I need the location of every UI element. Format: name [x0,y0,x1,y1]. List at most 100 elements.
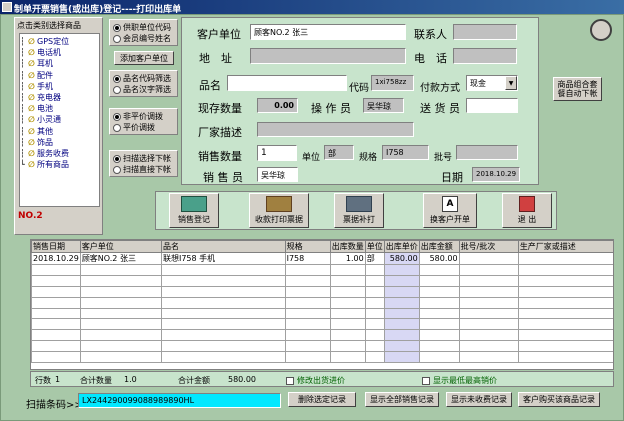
filter-mode-group: 品名代码筛选 品名汉字筛选 [109,70,178,97]
lookup-mode-group: 供职单位代码 会员编号姓名 [109,19,178,46]
records-grid[interactable]: 销售日期 客户单位 品名 规格 出库数量 单位 出库单价 出库金额 批号/批次 … [30,239,614,370]
stock-value: 0.00 [257,98,298,113]
radio-unit-code[interactable]: 供职单位代码 [113,22,174,33]
radio-scan-select[interactable]: 扫描选择下帐 [113,153,174,164]
contact-label: 联系人 [414,28,447,41]
delete-record-button[interactable]: 删除选定记录 [288,392,356,407]
grid-header: 销售日期 客户单位 品名 规格 出库数量 单位 出库单价 出库金额 批号/批次 … [31,240,613,253]
col-header[interactable]: 出库金额 [418,240,460,253]
barcode-input[interactable]: LX244290099088989890HL [78,393,281,408]
tree-item[interactable]: ┆ ∅ 手机 [20,81,99,92]
seller-input[interactable]: 吴华琼 [257,167,298,182]
qty-input[interactable]: 1 [257,145,297,161]
batch-input[interactable] [456,145,518,160]
customer-purchase-history-button[interactable]: 客户购买该商品记录 [518,392,600,407]
cell-unit: 部 [364,252,385,265]
print-receipt-button[interactable]: 收款打印票据 [249,193,309,228]
col-header[interactable]: 出库数量 [329,240,366,253]
customer-input[interactable]: 顾客NO.2 张三 [250,24,406,40]
radio-code-filter[interactable]: 品名代码筛选 [113,73,174,84]
leaf-icon: ∅ [28,93,35,103]
edit-cost-checkbox[interactable]: 修改出货进价 [286,375,345,386]
radio-icon [113,123,121,132]
leaf-icon: ∅ [28,137,35,147]
show-price-range-checkbox[interactable]: 显示最低最高销价 [422,375,497,386]
reprint-button[interactable]: 票据补打 [334,193,384,228]
col-header[interactable]: 出库单价 [383,240,420,253]
vendor-input[interactable] [257,122,414,137]
payment-select[interactable]: 现金 ▼ [466,75,518,91]
tree-item[interactable]: ┆ ∅ GPS定位 [20,36,99,47]
tree-item[interactable]: ┆ ∅ 耳机 [20,58,99,69]
spec-label: 规格 [359,153,378,163]
col-header[interactable]: 客户单位 [79,240,162,253]
delivery-input[interactable] [466,98,518,113]
phone-input[interactable] [453,48,517,64]
address-input[interactable] [250,48,406,64]
stock-label: 现存数量 [198,102,242,115]
product-input[interactable] [227,75,347,91]
exit-button[interactable]: 退 出 [502,193,552,228]
combo-auto-post-label: 商品组合套餐自动下帐 [557,80,598,98]
cell-qty: 1.00 [329,252,366,265]
total-amount-value: 580.00 [228,375,256,384]
tree-item[interactable]: ┆ ∅ 电池 [20,103,99,114]
show-all-sales-button[interactable]: 显示全部销售记录 [365,392,439,407]
radio-icon [113,165,121,174]
radio-icon [113,23,121,32]
app-icon [2,2,12,12]
qty-label: 销售数量 [198,150,242,163]
cell-spec: I758 [284,252,331,265]
radio-icon [113,154,121,163]
tree-item[interactable]: └ ∅ 所有商品 [20,159,99,170]
tree-item[interactable]: ┆ ∅ 小灵通 [20,114,99,125]
leaf-icon: ∅ [28,81,35,91]
spec-input[interactable]: I758 [382,145,429,160]
combo-auto-post-button[interactable]: 商品组合套餐自动下帐 [553,77,602,101]
scan-mode-group: 扫描选择下帐 扫描直接下帐 [109,150,178,177]
radio-scan-direct[interactable]: 扫描直接下帐 [113,164,174,175]
table-row[interactable]: 2018.10.29 顾客NO.2 张三 联想I758 手机 I758 1.00… [31,252,613,265]
tree-item[interactable]: ┆ ∅ 配件 [20,70,99,81]
operator-label: 操 作 员 [311,102,351,115]
batch-label: 批号 [434,153,453,163]
status-circle-icon [590,19,612,41]
date-input[interactable]: 2018.10.29 [472,167,520,182]
tree-item[interactable]: ┆ ∅ 饰品 [20,137,99,148]
leaf-icon: ∅ [28,115,35,125]
radio-non-parity[interactable]: 非平价调拨 [113,111,174,122]
empty-rows [31,264,613,364]
col-header[interactable]: 单位 [364,240,385,253]
category-tree: ┆ ∅ GPS定位 ┆ ∅ 电话机 ┆ ∅ 耳机 ┆ ∅ 配件 ┆ ∅ 手机 ┆ ∅ 充电器 ┆ ∅ 电池 … [19,33,100,207]
radio-member-name[interactable]: 会员编号姓名 [113,33,174,44]
unit-input[interactable]: 部 [324,145,354,160]
code-label: 代码 [349,83,369,94]
sales-register-button[interactable]: 销售登记 [169,193,219,228]
customer-label: 客户单位 [197,28,241,41]
col-header[interactable]: 销售日期 [31,240,81,253]
record-number: NO.2 [18,211,43,221]
col-header[interactable]: 生产厂家或描述 [517,240,613,253]
col-header[interactable]: 批号/批次 [458,240,519,253]
tree-item[interactable]: ┆ ∅ 服务收费 [20,148,99,159]
tree-item[interactable]: ┆ ∅ 其他 [20,126,99,137]
radio-parity[interactable]: 平价调拨 [113,122,174,133]
rows-value: 1 [55,375,61,384]
col-header[interactable]: 品名 [160,240,286,253]
col-header[interactable]: 规格 [284,240,331,253]
tree-item[interactable]: ┆ ∅ 电话机 [20,47,99,58]
exit-door-icon [519,196,535,212]
radio-name-filter[interactable]: 品名汉字筛选 [113,84,174,95]
cell-customer: 顾客NO.2 张三 [79,252,162,265]
add-customer-button[interactable]: 添加客户单位 [114,51,174,65]
code-input[interactable]: 1xi758zz [371,75,414,91]
operator-input[interactable]: 吴华琼 [363,98,404,113]
show-unpaid-button[interactable]: 显示未收费记录 [446,392,512,407]
leaf-icon: ∅ [28,104,35,114]
switch-customer-button[interactable]: A 换客户开单 [423,193,477,228]
chevron-down-icon[interactable]: ▼ [505,76,517,90]
total-amount-label: 合计金额 [178,376,210,385]
contact-input[interactable] [453,24,517,40]
tree-item[interactable]: ┆ ∅ 充电器 [20,92,99,103]
payment-value: 现金 [470,79,486,88]
